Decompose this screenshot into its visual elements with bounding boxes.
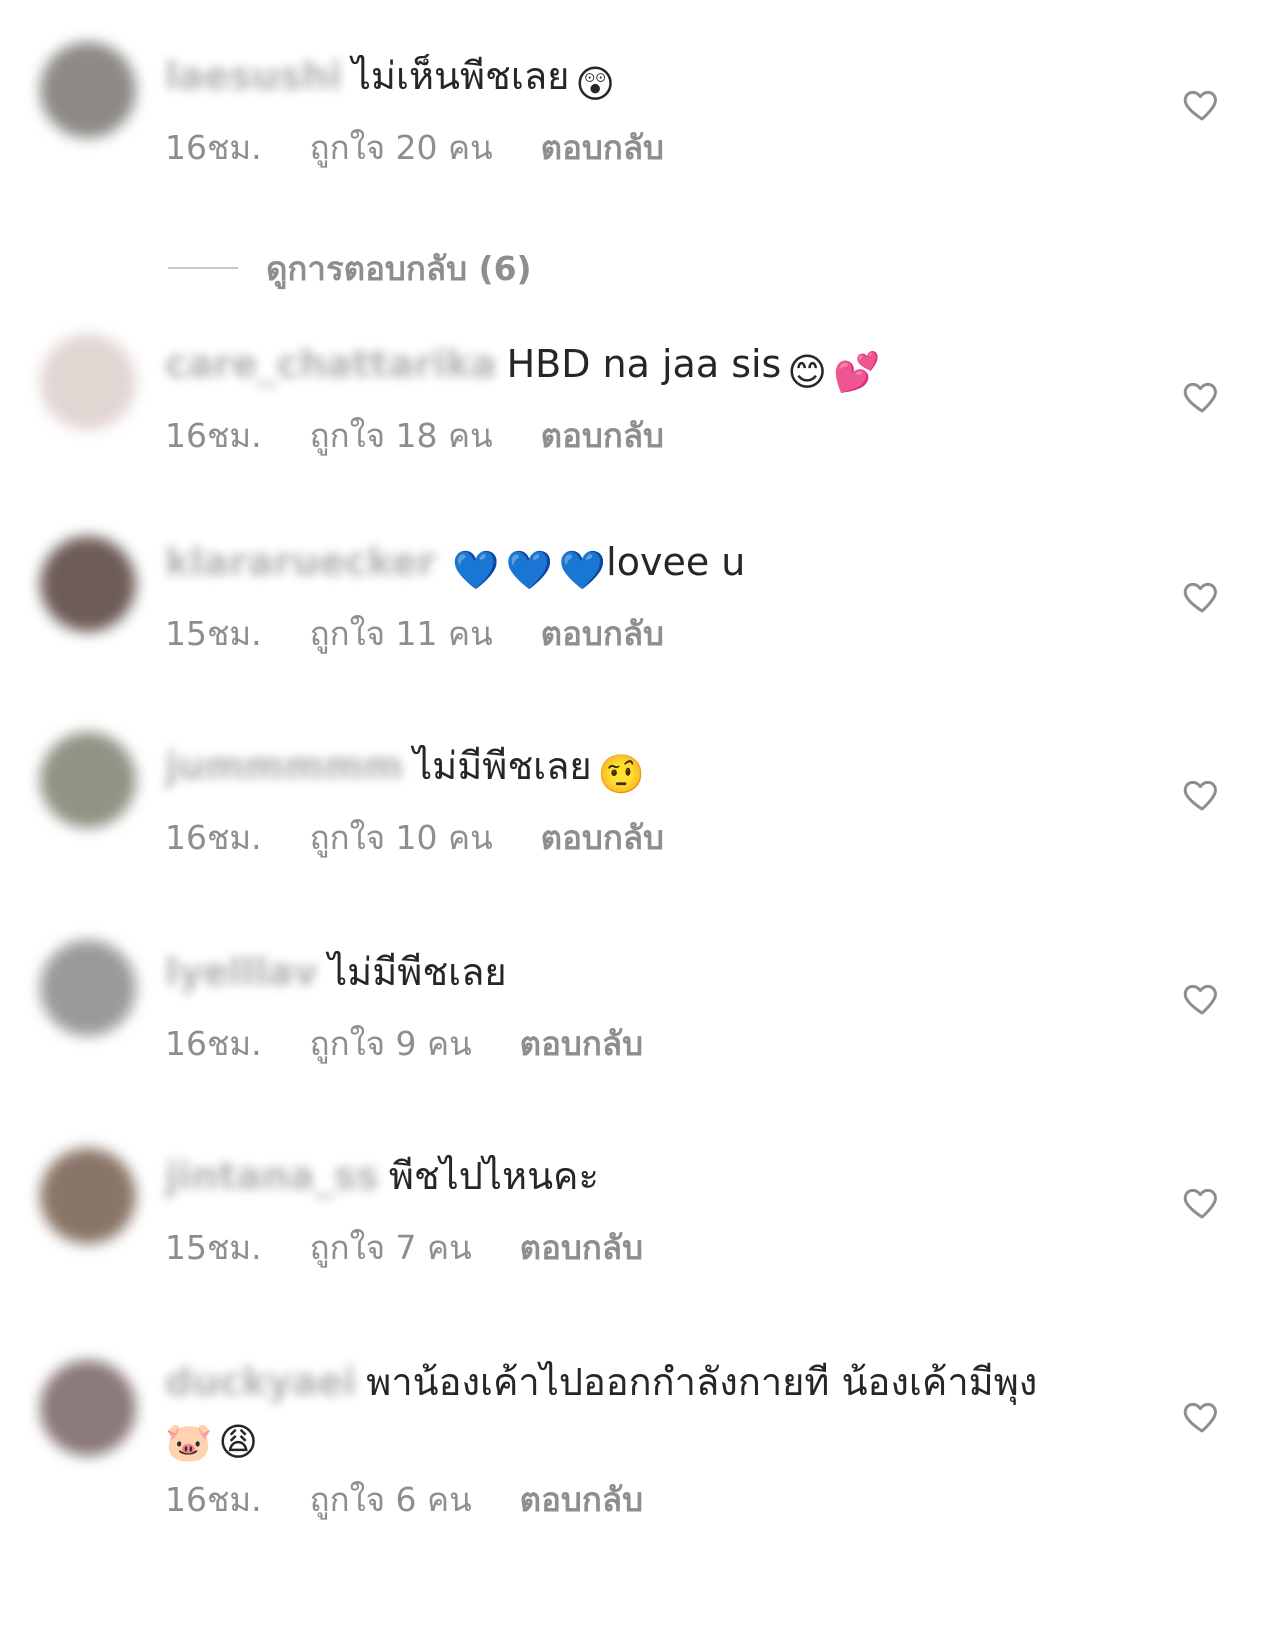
blue-heart-emoji-icon: 💙 <box>505 548 553 592</box>
blue-heart-emoji-icon: 💙 <box>452 548 500 592</box>
comment-time: 16ชม. <box>165 416 262 455</box>
comment-meta: 16ชม. ถูกใจ 6 คน ตอบกลับ <box>165 1478 691 1522</box>
comment-text: พีชไปไหนคะ <box>388 1154 599 1198</box>
comment-time: 15ชม. <box>165 1228 262 1267</box>
avatar[interactable] <box>40 732 136 828</box>
avatar[interactable] <box>40 1148 136 1244</box>
reply-button[interactable]: ตอบกลับ <box>541 612 664 656</box>
like-count[interactable]: ถูกใจ 18 คน <box>310 414 493 458</box>
comment-line: laesushi ไม่เห็นพีชเลย 😲 <box>165 50 615 110</box>
comment-time: 16ชม. <box>165 128 262 167</box>
comment-text: ไม่เห็นพีชเลย <box>351 54 570 98</box>
comment-line: klararuecker 💙 💙 💙lovee u <box>165 536 745 596</box>
username[interactable]: duckyaei <box>165 1360 356 1404</box>
reply-button[interactable]: ตอบกลับ <box>520 1478 643 1522</box>
raised-eyebrow-emoji-icon: 🤨 <box>597 752 645 796</box>
comment-line: jummmmm ไม่มีพีชเลย 🤨 <box>165 740 645 800</box>
divider <box>168 267 238 269</box>
comment-line: care_chattarika HBD na jaa sis 😊 💕 <box>165 338 880 398</box>
comment-time: 16ชม. <box>165 1480 262 1519</box>
comment-time: 16ชม. <box>165 818 262 857</box>
comment-meta: 16ชม. ถูกใจ 18 คน ตอบกลับ <box>165 414 712 458</box>
reply-button[interactable]: ตอบกลับ <box>541 816 664 860</box>
like-count[interactable]: ถูกใจ 7 คน <box>310 1226 472 1270</box>
weary-face-emoji-icon: 😩 <box>218 1420 258 1464</box>
avatar[interactable] <box>40 940 136 1036</box>
reply-button[interactable]: ตอบกลับ <box>541 126 664 170</box>
comment-line: lyelllav ไม่มีพีชเลย <box>165 946 507 998</box>
comment-time: 15ชม. <box>165 614 262 653</box>
comment-text: lovee u <box>606 540 746 584</box>
heart-outline-icon[interactable] <box>1182 1182 1222 1222</box>
avatar[interactable] <box>40 1360 136 1456</box>
heart-outline-icon[interactable] <box>1182 774 1222 814</box>
heart-outline-icon[interactable] <box>1182 376 1222 416</box>
avatar[interactable] <box>40 334 136 430</box>
avatar[interactable] <box>40 536 136 632</box>
astonished-emoji-icon: 😲 <box>575 62 615 106</box>
username[interactable]: care_chattarika <box>165 342 497 386</box>
comment-meta: 16ชม. ถูกใจ 20 คน ตอบกลับ <box>165 126 712 170</box>
heart-outline-icon[interactable] <box>1182 576 1222 616</box>
two-hearts-emoji-icon: 💕 <box>832 350 881 394</box>
reply-button[interactable]: ตอบกลับ <box>520 1022 643 1066</box>
like-count[interactable]: ถูกใจ 10 คน <box>310 816 493 860</box>
heart-outline-icon[interactable] <box>1182 978 1222 1018</box>
like-count[interactable]: ถูกใจ 9 คน <box>310 1022 472 1066</box>
comment-line: duckyaei พาน้องเค้าไปออกกำลังกายที น้องเค… <box>165 1356 1115 1468</box>
comment-text: HBD na jaa sis <box>506 342 782 386</box>
view-replies-button[interactable]: ดูการตอบกลับ (6) <box>168 246 532 290</box>
heart-outline-icon[interactable] <box>1182 84 1222 124</box>
view-replies-label: ดูการตอบกลับ (6) <box>266 248 532 288</box>
username[interactable]: klararuecker <box>165 540 436 584</box>
avatar[interactable] <box>40 42 136 138</box>
like-count[interactable]: ถูกใจ 11 คน <box>310 612 493 656</box>
comment-meta: 15ชม. ถูกใจ 7 คน ตอบกลับ <box>165 1226 691 1270</box>
reply-button[interactable]: ตอบกลับ <box>520 1226 643 1270</box>
like-count[interactable]: ถูกใจ 20 คน <box>310 126 493 170</box>
comment-meta: 15ชม. ถูกใจ 11 คน ตอบกลับ <box>165 612 712 656</box>
like-count[interactable]: ถูกใจ 6 คน <box>310 1478 472 1522</box>
comment-time: 16ชม. <box>165 1024 262 1063</box>
username[interactable]: jintana_ss <box>165 1154 379 1198</box>
smiling-emoji-icon: 😊 <box>787 350 827 394</box>
pig-face-emoji-icon: 🐷 <box>165 1420 213 1464</box>
username[interactable]: lyelllav <box>165 950 318 994</box>
comment-text: ไม่มีพีชเลย <box>413 744 592 788</box>
comment-text: ไม่มีพีชเลย <box>328 950 507 994</box>
reply-button[interactable]: ตอบกลับ <box>541 414 664 458</box>
username[interactable]: laesushi <box>165 54 342 98</box>
comment-meta: 16ชม. ถูกใจ 9 คน ตอบกลับ <box>165 1022 691 1066</box>
blue-heart-emoji-icon: 💙 <box>558 548 607 592</box>
comment-line: jintana_ss พีชไปไหนคะ <box>165 1150 599 1202</box>
username[interactable]: jummmmm <box>165 744 403 788</box>
comment-meta: 16ชม. ถูกใจ 10 คน ตอบกลับ <box>165 816 712 860</box>
comment-text: พาน้องเค้าไปออกกำลังกายที น้องเค้ามีพุง <box>366 1360 1038 1404</box>
heart-outline-icon[interactable] <box>1182 1396 1222 1436</box>
